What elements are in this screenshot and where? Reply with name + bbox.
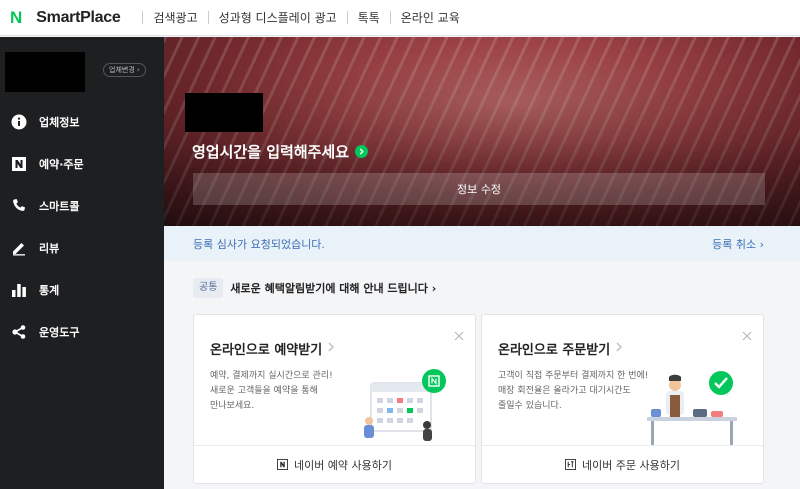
naver-logo-mark: N — [10, 7, 23, 27]
sidebar-item-label: 스마트콜 — [39, 200, 80, 213]
chef-illustration-icon — [637, 363, 747, 448]
bar-chart-icon — [11, 282, 27, 298]
close-icon[interactable] — [741, 327, 753, 341]
sidebar-item-statistics[interactable]: 통계 — [0, 269, 164, 311]
hero-banner: 영업시간을 입력해주세요 정보 수정 — [164, 37, 800, 226]
cancel-registration-link[interactable]: 등록 취소 › — [712, 236, 764, 252]
announcement-text: 새로운 혜택알림받기에 대해 안내 드립니다 › — [230, 282, 437, 295]
nav-display-ads[interactable]: 성과형 디스플레이 광고 — [219, 9, 337, 26]
sidebar-menu: 업체정보 예약·주문 스마트콜 리뷰 통계 운영도구 — [0, 101, 164, 353]
business-name-redacted — [5, 52, 85, 92]
pencil-icon — [11, 240, 27, 256]
sidebar-item-label: 운영도구 — [39, 326, 80, 339]
order-icon — [564, 459, 576, 470]
business-hours-text: 영업시간을 입력해주세요 — [192, 143, 350, 161]
phone-icon — [11, 198, 27, 214]
card-title-link[interactable]: 온라인으로 예약받기 — [210, 339, 335, 358]
sidebar-item-reservation-order[interactable]: 예약·주문 — [0, 143, 164, 185]
edit-info-button[interactable]: 정보 수정 — [193, 173, 765, 205]
use-naver-order-button[interactable]: 네이버 주문 사용하기 — [482, 445, 763, 483]
top-nav-links: 검색광고 성과형 디스플레이 광고 톡톡 온라인 교육 — [132, 9, 460, 26]
reservation-card: 온라인으로 예약받기 예약, 결제까지 실시간으로 관리! 새로운 고객들을 예… — [193, 314, 476, 484]
order-card: 온라인으로 주문받기 고객이 직접 주문부터 결제까지 한 번에! 매장 회전율… — [481, 314, 764, 484]
naver-n-icon — [11, 156, 27, 172]
notice-text: 등록 심사가 요청되었습니다. — [193, 237, 325, 251]
card-footer-label: 네이버 예약 사용하기 — [293, 458, 393, 472]
share-nodes-icon — [11, 324, 27, 340]
nav-search-ads[interactable]: 검색광고 — [153, 9, 197, 26]
top-navigation: N SmartPlace 검색광고 성과형 디스플레이 광고 톡톡 온라인 교육 — [0, 0, 800, 36]
chevron-right-icon — [616, 341, 623, 356]
nav-talktalk[interactable]: 톡톡 — [358, 9, 380, 26]
sidebar-item-label: 통계 — [39, 284, 60, 297]
divider — [389, 11, 391, 24]
sidebar-item-operation-tools[interactable]: 운영도구 — [0, 311, 164, 353]
calendar-illustration-icon — [349, 363, 459, 448]
business-hours-prompt[interactable]: 영업시간을 입력해주세요 — [192, 141, 369, 162]
divider — [142, 11, 144, 24]
chevron-right-icon — [355, 145, 369, 158]
card-title-link[interactable]: 온라인으로 주문받기 — [498, 339, 623, 358]
card-footer-label: 네이버 주문 사용하기 — [581, 458, 681, 472]
sidebar: 업체변경 › 업체정보 예약·주문 스마트콜 리뷰 통계 운영도구 — [0, 37, 164, 489]
business-change-button[interactable]: 업체변경 › — [103, 63, 146, 77]
nav-online-education[interactable]: 온라인 교육 — [401, 9, 460, 26]
close-icon[interactable] — [453, 327, 465, 341]
naver-n-icon — [276, 459, 288, 470]
category-badge: 공통 — [193, 278, 224, 298]
registration-notice: 등록 심사가 요청되었습니다. 등록 취소 › — [164, 226, 800, 261]
sidebar-item-smartcall[interactable]: 스마트콜 — [0, 185, 164, 227]
sidebar-item-business-info[interactable]: 업체정보 — [0, 101, 164, 143]
sidebar-item-label: 리뷰 — [39, 242, 60, 255]
chevron-right-icon — [328, 341, 335, 356]
divider — [207, 11, 209, 24]
card-title: 온라인으로 주문받기 — [498, 343, 611, 358]
place-name-redacted — [185, 93, 263, 132]
sidebar-item-label: 업체정보 — [39, 116, 80, 129]
sidebar-item-review[interactable]: 리뷰 — [0, 227, 164, 269]
brand-name: SmartPlace — [36, 8, 121, 26]
main-content: 영업시간을 입력해주세요 정보 수정 등록 심사가 요청되었습니다. 등록 취소… — [164, 37, 800, 489]
announcement-link[interactable]: 공통 새로운 혜택알림받기에 대해 안내 드립니다 › — [193, 278, 436, 298]
sidebar-item-label: 예약·주문 — [39, 158, 84, 171]
divider — [346, 11, 348, 24]
card-title: 온라인으로 예약받기 — [210, 343, 323, 358]
info-icon — [11, 114, 27, 130]
smartplace-logo[interactable]: N SmartPlace — [0, 7, 121, 28]
use-naver-reservation-button[interactable]: 네이버 예약 사용하기 — [194, 445, 475, 483]
